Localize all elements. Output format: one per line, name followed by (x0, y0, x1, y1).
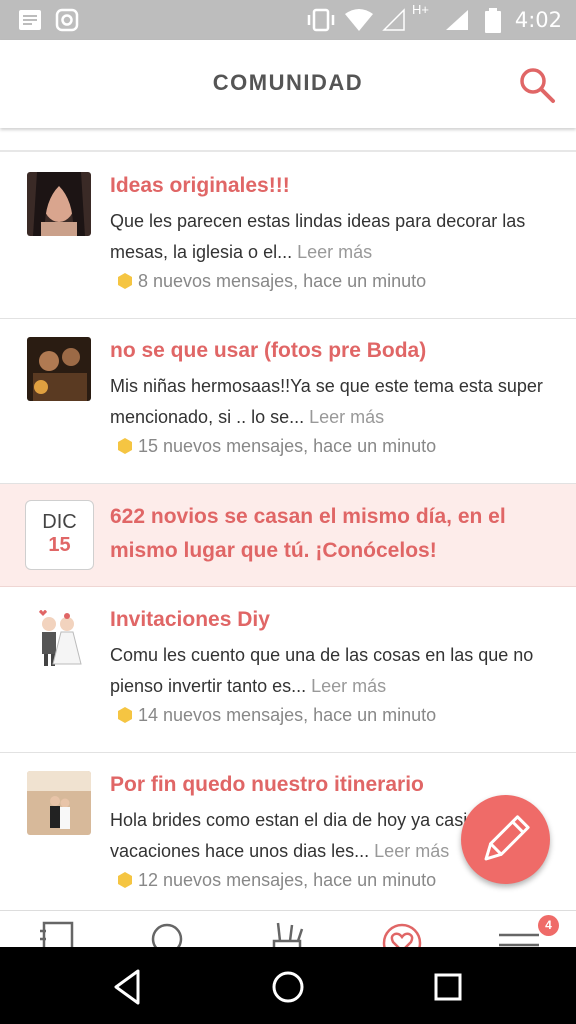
app-header: COMUNIDAD (0, 40, 576, 128)
recents-icon[interactable] (426, 965, 470, 1009)
date-day: 15 (48, 534, 71, 556)
avatar (27, 172, 91, 236)
list-item[interactable]: Ideas originales!!! Que les parecen esta… (0, 154, 576, 319)
post-title[interactable]: Por fin quedo nuestro itinerario (110, 773, 424, 797)
meta-text: 8 nuevos mensajes, hace un minuto (138, 271, 427, 291)
system-nav-bar (0, 947, 576, 1024)
list-item-partial (0, 128, 576, 152)
post-excerpt: Comu les cuento que una de las cosas en … (110, 640, 560, 702)
instagram-icon (55, 8, 79, 32)
home-icon[interactable] (266, 965, 310, 1009)
avatar (27, 606, 91, 670)
list-item[interactable]: no se que usar (fotos pre Boda) Mis niña… (0, 319, 576, 484)
vendors-icon[interactable] (268, 919, 308, 947)
notification-icon (19, 10, 41, 30)
read-more-link[interactable]: Leer más (374, 841, 449, 861)
notebook-icon[interactable] (38, 919, 78, 947)
post-title[interactable]: Ideas originales!!! (110, 174, 290, 198)
status-time: 4:02 (514, 8, 562, 32)
status-bar: H+ 4:02 (0, 0, 576, 40)
post-excerpt: Mis niñas hermosaas!!Ya se que este tema… (110, 371, 560, 433)
menu-notification-badge: 4 (538, 915, 559, 936)
post-meta: 12 nuevos mensajes, hace un minuto (118, 870, 436, 891)
signal-empty-icon (382, 8, 405, 31)
list-item[interactable]: Invitaciones Diy Comu les cuento que una… (0, 588, 576, 753)
page-title: COMUNIDAD (212, 70, 364, 95)
vibrate-icon (307, 8, 335, 32)
meta-text: 14 nuevos mensajes, hace un minuto (138, 705, 437, 725)
post-meta: 14 nuevos mensajes, hace un minuto (118, 705, 436, 726)
back-icon[interactable] (106, 965, 150, 1009)
date-month: DIC (42, 511, 77, 533)
read-more-link[interactable]: Leer más (309, 407, 384, 427)
promo-banner[interactable]: DIC 15 622 novios se casan el mismo día,… (0, 484, 576, 587)
post-title[interactable]: no se que usar (fotos pre Boda) (110, 339, 426, 363)
community-feed[interactable]: Ideas originales!!! Que les parecen esta… (0, 128, 576, 910)
bottom-tab-bar: 4 (0, 910, 576, 947)
menu-icon[interactable] (498, 919, 540, 947)
read-more-link[interactable]: Leer más (297, 242, 372, 262)
avatar (27, 337, 91, 401)
compose-fab-button[interactable] (461, 795, 550, 884)
new-messages-hex-icon (118, 438, 132, 454)
signal-icon (446, 10, 468, 30)
chat-icon[interactable] (147, 919, 187, 947)
read-more-link[interactable]: Leer más (311, 676, 386, 696)
new-messages-hex-icon (118, 872, 132, 888)
post-meta: 15 nuevos mensajes, hace un minuto (118, 436, 436, 457)
wifi-icon (345, 9, 373, 31)
meta-text: 15 nuevos mensajes, hace un minuto (138, 436, 437, 456)
date-badge: DIC 15 (25, 500, 94, 570)
meta-text: 12 nuevos mensajes, hace un minuto (138, 870, 437, 890)
community-heart-icon[interactable] (382, 919, 422, 947)
pencil-icon (484, 815, 530, 861)
post-excerpt: Que les parecen estas lindas ideas para … (110, 206, 560, 268)
network-type-label: H+ (412, 2, 429, 17)
search-icon[interactable] (518, 66, 556, 104)
avatar (27, 771, 91, 835)
post-title[interactable]: Invitaciones Diy (110, 608, 270, 632)
promo-text[interactable]: 622 novios se casan el mismo día, en el … (110, 500, 550, 568)
post-meta: 8 nuevos mensajes, hace un minuto (118, 271, 426, 292)
new-messages-hex-icon (118, 273, 132, 289)
new-messages-hex-icon (118, 707, 132, 723)
battery-icon (485, 8, 501, 33)
